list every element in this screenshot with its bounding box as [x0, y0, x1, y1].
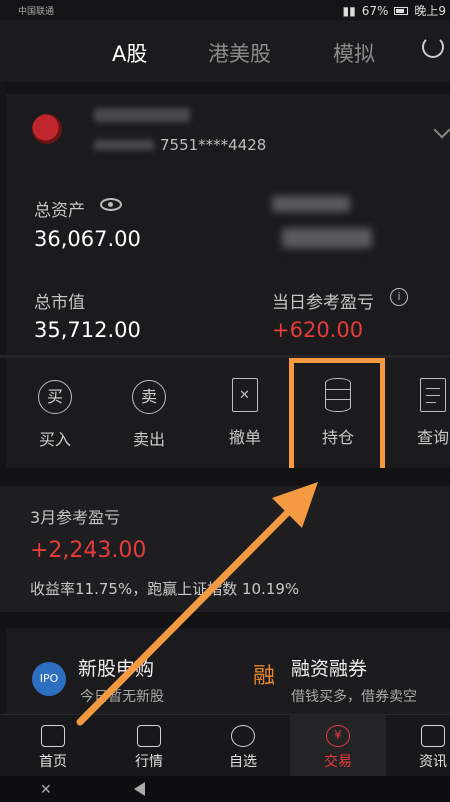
buy-button[interactable]: 买 买入 [20, 372, 90, 462]
nav-trade-label: 交易 [324, 754, 352, 770]
nav-watchlist[interactable]: 自选 [208, 715, 278, 777]
ipo-subtitle: 今日暂无新股 [80, 689, 164, 705]
nav-market-label: 行情 [135, 754, 163, 770]
daily-pnl-value: +620.00 [272, 318, 364, 342]
services-row: IPO 新股申购 今日暂无新股 融 融资融券 借钱买多，借券卖空 [0, 628, 450, 714]
status-bar: 中国联通 ▮▮ 67% 晚上9 [0, 0, 450, 20]
margin-title: 融资融券 [291, 658, 368, 680]
section-divider-2 [0, 468, 450, 486]
nav-news[interactable]: 资讯 [398, 715, 450, 777]
monthly-pnl-label: 3月参考盈亏 [30, 508, 121, 527]
available-funds-label-redacted [272, 196, 350, 212]
cancel-order-button[interactable]: ✕ 撤单 [210, 372, 280, 462]
sell-button[interactable]: 卖 卖出 [114, 372, 184, 462]
nav-market[interactable]: 行情 [114, 715, 184, 777]
account-label-redacted [94, 140, 154, 150]
user-icon [231, 725, 255, 747]
margin-trading-entry[interactable]: 融 融资融券 借钱买多，借券卖空 [225, 628, 450, 714]
close-icon[interactable]: ✕ [40, 782, 52, 798]
cancel-order-label: 撤单 [228, 428, 261, 447]
cancel-order-icon: ✕ [232, 378, 258, 412]
query-document-icon [420, 378, 446, 412]
clock: 晚上9 [414, 4, 446, 18]
broker-logo-icon [32, 114, 62, 144]
back-icon[interactable] [134, 782, 145, 796]
account-number: 7551****4428 [160, 136, 267, 154]
buy-label: 买入 [38, 430, 71, 449]
system-navigation-bar: ✕ [0, 776, 450, 802]
return-rate-text: 收益率11.75%，跑赢上证指数 10.19% [30, 580, 300, 598]
ipo-subscription-entry[interactable]: IPO 新股申购 今日暂无新股 [0, 628, 225, 714]
nav-watchlist-label: 自选 [229, 754, 257, 770]
info-icon[interactable]: i [390, 288, 408, 306]
total-assets-value: 36,067.00 [34, 227, 141, 251]
battery-percent: 67% [361, 3, 389, 18]
bottom-navigation: 首页 行情 自选 ¥ 交易 资讯 [0, 714, 450, 777]
monthly-pnl-value: +2,243.00 [30, 538, 147, 563]
query-button[interactable]: 查询 [398, 372, 450, 462]
signal-icon: ▮▮ [342, 3, 356, 18]
status-indicators: ▮▮ 67% 晚上9 [342, 2, 446, 19]
buy-icon: 买 [38, 380, 72, 414]
monthly-pnl-card[interactable]: 3月参考盈亏 +2,243.00 收益率11.75%，跑赢上证指数 10.19% [0, 486, 450, 612]
ipo-title: 新股申购 [78, 658, 155, 680]
account-name-redacted [94, 108, 190, 122]
nav-home[interactable]: 首页 [18, 715, 88, 777]
news-icon [421, 725, 445, 747]
total-assets-label: 总资产 [34, 201, 85, 221]
section-divider-3 [0, 612, 450, 628]
sell-label: 卖出 [132, 430, 165, 449]
nav-trade[interactable]: ¥ 交易 [290, 715, 386, 777]
home-icon [41, 725, 65, 747]
nav-home-label: 首页 [39, 754, 67, 770]
account-header[interactable]: 7551****4428 [0, 90, 450, 170]
eye-icon[interactable] [100, 198, 122, 211]
market-value-amount: 35,712.00 [34, 318, 141, 342]
trade-icon: ¥ [326, 725, 350, 747]
chart-icon [137, 725, 161, 747]
margin-subtitle: 借钱买多，借券卖空 [291, 689, 417, 705]
daily-pnl-label: 当日参考盈亏 [272, 293, 374, 313]
margin-icon: 融 [252, 664, 275, 689]
available-funds-value-redacted [282, 228, 372, 248]
carrier-label: 中国联通 [18, 7, 55, 17]
market-tabs: A股 港美股 模拟 [0, 20, 450, 82]
chevron-down-icon[interactable] [433, 121, 450, 139]
query-label: 查询 [416, 428, 449, 447]
tab-simulation[interactable]: 模拟 [333, 38, 375, 68]
market-value-label: 总市值 [34, 293, 85, 313]
tab-a-shares[interactable]: A股 [112, 38, 147, 68]
sell-icon: 卖 [132, 380, 166, 414]
refresh-icon[interactable] [422, 36, 444, 58]
nav-news-label: 资讯 [419, 754, 447, 770]
ipo-icon: IPO [32, 662, 66, 696]
tab-hk-us-shares[interactable]: 港美股 [208, 38, 271, 68]
battery-icon [394, 6, 409, 15]
